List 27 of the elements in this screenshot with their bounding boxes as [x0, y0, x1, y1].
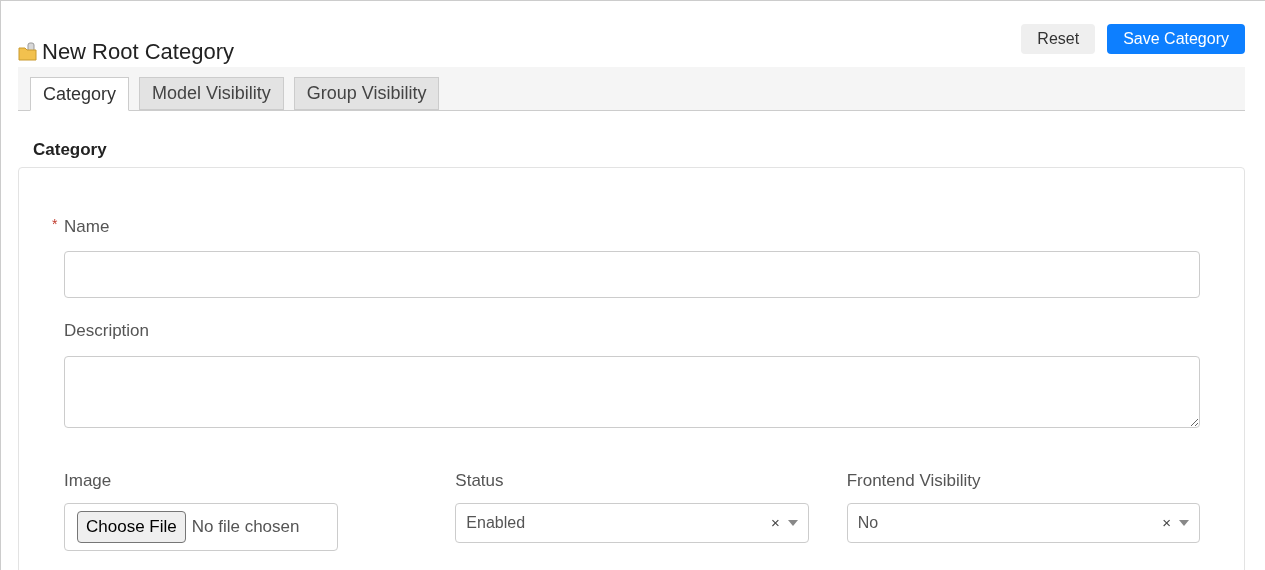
- caret-icon: [787, 520, 798, 526]
- description-field[interactable]: [64, 355, 1200, 428]
- tab[interactable]: Model Visibility: [139, 77, 284, 110]
- clear-button[interactable]: ×: [770, 511, 780, 535]
- section-title: Category: [32, 139, 108, 161]
- file-input[interactable]: Choose File No file chosen: [64, 503, 338, 551]
- choose-file-button[interactable]: Choose File: [77, 511, 186, 543]
- field-label: Name: [64, 215, 110, 238]
- select-value: Enabled: [466, 513, 527, 533]
- name-field[interactable]: [64, 251, 1200, 298]
- select-field[interactable]: Enabled ×: [455, 503, 809, 543]
- tab[interactable]: Category: [30, 77, 130, 111]
- save-button[interactable]: Save Category: [1107, 24, 1245, 54]
- field-label: Description: [64, 320, 150, 342]
- select-field[interactable]: No ×: [846, 503, 1200, 543]
- tab[interactable]: Group Visibility: [293, 77, 440, 110]
- clear-button[interactable]: ×: [1162, 511, 1171, 535]
- file-status: No file chosen: [191, 516, 300, 539]
- reset-button[interactable]: Reset: [1021, 24, 1096, 54]
- field-label: Image: [64, 469, 113, 492]
- required-asterisk: *: [52, 214, 58, 234]
- caret-icon: [1179, 520, 1189, 526]
- field-label: Status: [455, 469, 505, 492]
- field-label: Frontend Visibility: [846, 469, 982, 492]
- page-title: New Root Category: [42, 38, 234, 66]
- folder-icon: [18, 41, 38, 62]
- select-value: No: [857, 513, 880, 533]
